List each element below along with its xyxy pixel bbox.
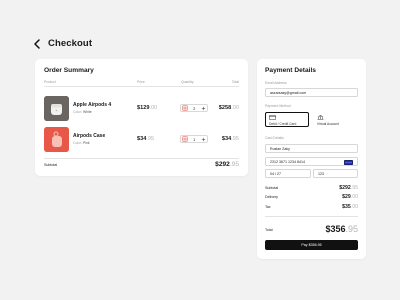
payment-method-label: Payment Method: [265, 104, 291, 108]
summary-value: $35.00: [342, 204, 358, 210]
summary-row-delivery: Delivery $29.00: [265, 194, 358, 201]
payment-method-virtual-label: Virtual Account: [317, 121, 339, 126]
summary-label: Delivery: [265, 195, 278, 199]
pay-button[interactable]: Pay $356.95: [265, 240, 358, 250]
payment-method-virtual[interactable]: Virtual Account: [313, 112, 357, 127]
credit-card-icon: [269, 115, 276, 120]
page-title: Checkout: [48, 38, 93, 49]
item-color: Color: White: [73, 110, 92, 114]
expiry-field[interactable]: 04 / 27: [265, 169, 311, 178]
subtotal-value: $292.95: [215, 161, 239, 168]
column-header-total: Total: [231, 80, 239, 84]
item-price: $34.95: [137, 136, 155, 142]
item-total: $258.00: [218, 105, 239, 111]
item-total: $34.95: [221, 136, 239, 142]
summary-row-subtotal: Subtotal $292.95: [265, 185, 358, 192]
bank-icon: [317, 115, 324, 120]
order-table-header: Product Price Quantity Total: [44, 80, 239, 85]
payment-details-card: Payment Details Email Address aszarsasy@…: [257, 59, 366, 259]
item-price: $129.00: [137, 105, 158, 111]
item-name: Apple Airpods 4: [73, 102, 112, 108]
order-summary-title: Order Summary: [44, 67, 94, 74]
total-value: $356.95: [325, 224, 358, 234]
summary-label: Subtotal: [265, 186, 279, 190]
card-brand-icon: [344, 160, 353, 165]
quantity-stepper[interactable]: 1: [180, 135, 208, 143]
card-number-field[interactable]: 2312 3671 1234 8414: [265, 157, 358, 166]
order-item-airpods: Apple Airpods 4 Color: White $129.00 2 $…: [44, 96, 239, 122]
summary-value: $292.95: [339, 185, 358, 191]
subtotal-label: Subtotal: [44, 163, 58, 167]
column-header-price: Price: [137, 80, 145, 84]
airpods-case-product-image: [44, 127, 69, 152]
summary-label: Tax: [265, 205, 271, 209]
payment-method-card[interactable]: Debit / Credit Card: [265, 112, 309, 127]
email-field[interactable]: aszarsasy@gmail.com: [265, 88, 358, 97]
summary-row-tax: Tax $35.00: [265, 204, 358, 211]
total-label: Total: [265, 228, 273, 232]
card-number-value: 2312 3671 1234 8414: [270, 159, 305, 164]
cardholder-name-field[interactable]: Ruslan Zaky: [265, 144, 358, 153]
payment-details-title: Payment Details: [265, 67, 316, 74]
cvv-field[interactable]: 123: [313, 169, 358, 178]
quantity-stepper[interactable]: 2: [180, 104, 208, 112]
item-color: Color: Pink: [73, 141, 90, 145]
order-summary-card: Order Summary Product Price Quantity Tot…: [35, 59, 248, 176]
order-item-airpods-case: Airpods Case Color: Pink $34.95 1 $34.95: [44, 127, 239, 153]
column-header-product: Product: [44, 80, 56, 84]
quantity-value: 2: [193, 105, 196, 111]
email-label: Email Address: [265, 81, 287, 85]
summary-value: $29.00: [342, 194, 358, 200]
page-header: Checkout: [33, 38, 92, 49]
payment-method-card-label: Debit / Credit Card: [269, 121, 297, 126]
plus-icon[interactable]: [201, 106, 206, 111]
divider: [44, 86, 239, 87]
plus-icon[interactable]: [201, 137, 206, 142]
card-details-label: Card Details: [265, 136, 284, 140]
quantity-value: 1: [193, 136, 196, 142]
divider: [44, 158, 239, 159]
airpods-product-image: [44, 96, 69, 121]
item-name: Airpods Case: [73, 133, 106, 139]
divider: [265, 216, 358, 217]
back-arrow-icon[interactable]: [33, 38, 41, 49]
column-header-quantity: Quantity: [181, 80, 194, 84]
